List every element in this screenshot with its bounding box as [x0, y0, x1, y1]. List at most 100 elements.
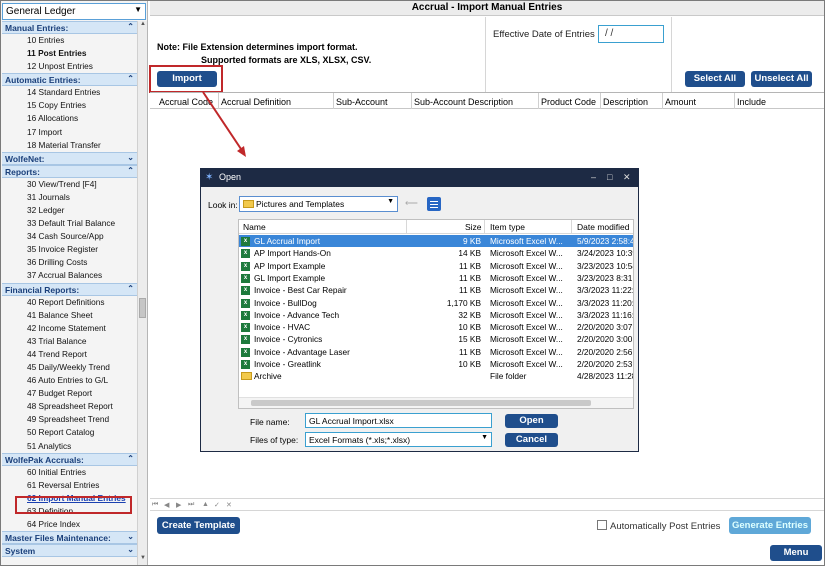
look-in-select[interactable]: Pictures and Templates ▼ — [239, 196, 398, 212]
file-size: 11 KB — [459, 346, 481, 357]
view-menu-icon[interactable] — [427, 197, 441, 211]
maximize-icon[interactable]: □ — [607, 169, 612, 186]
check-icon[interactable]: ✓ — [214, 501, 220, 509]
file-row[interactable]: x Invoice - Cytronics 15 KB Microsoft Excel… — [239, 333, 633, 345]
record-navigator[interactable]: ⏮ ◀ ▶ ⏭ ▲ ✓ ✕ — [150, 498, 824, 511]
file-size: 1,170 KB — [446, 297, 481, 308]
open-button[interactable]: Open — [505, 414, 558, 428]
file-date: 3/3/2023 11:20:1 — [577, 297, 634, 308]
file-type: Microsoft Excel W... — [490, 297, 563, 308]
file-date: 3/23/2023 8:31:0 — [577, 272, 634, 283]
generate-entries-button[interactable]: Generate Entries — [729, 517, 811, 534]
auto-post-checkbox[interactable] — [597, 520, 607, 530]
excel-file-icon: x — [241, 335, 250, 345]
folder-icon — [243, 200, 254, 208]
folder-icon — [241, 372, 252, 381]
file-date: 2/20/2020 2:56:3 — [577, 346, 634, 357]
open-file-dialog: ✶ Open – □ ✕ Look in: Pictures and Templ… — [200, 168, 639, 452]
file-name-label: File name: — [250, 417, 290, 427]
file-name: AP Import Example — [254, 260, 326, 271]
file-list: Name Size Item type Date modified x GL Ac… — [238, 219, 634, 409]
file-name: Invoice - Advance Tech — [254, 309, 340, 320]
app-icon: ✶ — [205, 172, 214, 183]
first-record-icon[interactable]: ⏮ — [152, 501, 158, 509]
file-type: Microsoft Excel W... — [490, 309, 563, 320]
file-row[interactable]: x AP Import Example 11 KB Microsoft Excel W… — [239, 260, 633, 272]
cancel-icon[interactable]: ✕ — [226, 501, 232, 509]
file-name: Archive — [254, 371, 282, 382]
file-size: 32 KB — [458, 309, 481, 320]
file-size: 14 KB — [458, 248, 481, 259]
file-row[interactable]: x GL Accrual Import 9 KB Microsoft Excel W.… — [239, 235, 633, 247]
chevron-down-icon: ▼ — [387, 198, 394, 205]
file-name: AP Import Hands-On — [254, 248, 331, 259]
file-date: 5/9/2023 2:58:42 — [577, 236, 634, 246]
file-row[interactable]: x AP Import Hands-On 14 KB Microsoft Excel … — [239, 247, 633, 259]
excel-file-icon: x — [241, 310, 250, 320]
file-name-input[interactable]: GL Accrual Import.xlsx — [305, 413, 492, 428]
file-date: 3/3/2023 11:16:3 — [577, 309, 634, 320]
file-size: 11 KB — [459, 285, 481, 296]
file-row[interactable]: x Invoice - Advantage Laser 11 KB Microsoft… — [239, 346, 633, 358]
file-date: 2/20/2020 3:07:5 — [577, 322, 634, 333]
file-size: 11 KB — [459, 260, 481, 271]
file-name: Invoice - Greatlink — [254, 359, 321, 369]
prev-record-icon[interactable]: ◀ — [164, 501, 169, 509]
create-template-button[interactable]: Create Template — [157, 517, 240, 534]
file-row[interactable]: x Invoice - Greatlink 10 KB Microsoft Excel… — [239, 358, 633, 370]
excel-file-icon: x — [241, 323, 250, 333]
next-record-icon[interactable]: ▶ — [176, 501, 181, 509]
file-name: Invoice - Best Car Repair — [254, 285, 347, 296]
chevron-down-icon: ▼ — [481, 434, 488, 441]
file-name: Invoice - BullDog — [254, 297, 317, 308]
file-type: Microsoft Excel W... — [490, 248, 563, 259]
menu-button[interactable]: Menu — [770, 545, 822, 561]
file-row[interactable]: x Invoice - Advance Tech 32 KB Microsoft Ex… — [239, 309, 633, 321]
file-size: 9 KB — [463, 236, 481, 246]
file-type: Microsoft Excel W... — [490, 322, 563, 333]
file-date: 4/28/2023 11:28 — [577, 371, 634, 382]
file-size: 15 KB — [458, 334, 481, 345]
file-name: Invoice - Advantage Laser — [254, 346, 350, 357]
back-arrow-icon[interactable]: ⟵ — [405, 198, 418, 209]
file-type: Microsoft Excel W... — [490, 236, 563, 246]
col-size[interactable]: Size — [465, 222, 482, 232]
look-in-value: Pictures and Templates — [256, 199, 345, 209]
file-type: Microsoft Excel W... — [490, 334, 563, 345]
file-row[interactable]: x Invoice - Best Car Repair 11 KB Microsoft… — [239, 284, 633, 296]
last-record-icon[interactable]: ⏭ — [188, 501, 194, 509]
file-type: Microsoft Excel W... — [490, 285, 563, 296]
file-type: Microsoft Excel W... — [490, 359, 563, 369]
file-row[interactable]: x Invoice - HVAC 10 KB Microsoft Excel W...… — [239, 321, 633, 333]
file-type-value: Excel Formats (*.xls;*.xlsx) — [309, 435, 411, 445]
file-date: 2/20/2020 2:53:0 — [577, 359, 634, 369]
excel-file-icon: x — [241, 237, 250, 246]
up-icon[interactable]: ▲ — [202, 501, 209, 508]
file-name: GL Import Example — [254, 272, 326, 283]
file-type-label: Files of type: — [250, 435, 299, 445]
file-date: 3/24/2023 10:39 — [577, 248, 634, 259]
file-row[interactable]: Archive File folder 4/28/2023 11:28 — [239, 370, 633, 382]
minimize-icon[interactable]: – — [591, 169, 596, 186]
file-size: 10 KB — [458, 359, 481, 369]
cancel-button[interactable]: Cancel — [505, 433, 558, 447]
file-type: Microsoft Excel W... — [490, 272, 563, 283]
file-date: 3/23/2023 10:54 — [577, 260, 634, 271]
file-row[interactable]: x GL Import Example 11 KB Microsoft Excel W… — [239, 272, 633, 284]
col-name[interactable]: Name — [243, 222, 266, 232]
file-list-header: Name Size Item type Date modified — [239, 220, 633, 234]
hscroll-thumb[interactable] — [251, 400, 591, 406]
file-row[interactable]: x Invoice - BullDog 1,170 KB Microsoft Exce… — [239, 297, 633, 309]
look-in-label: Look in: — [208, 200, 238, 210]
file-date: 3/3/2023 11:22:1 — [577, 285, 634, 296]
dialog-titlebar: ✶ Open – □ ✕ — [201, 169, 638, 187]
close-icon[interactable]: ✕ — [623, 169, 631, 186]
col-type[interactable]: Item type — [490, 222, 525, 232]
col-date[interactable]: Date modified — [577, 222, 629, 232]
dialog-title: Open — [219, 172, 242, 182]
excel-file-icon: x — [241, 347, 250, 357]
file-size: 11 KB — [459, 272, 481, 283]
file-date: 2/20/2020 3:00:3 — [577, 334, 634, 345]
file-type-select[interactable]: Excel Formats (*.xls;*.xlsx) ▼ — [305, 432, 492, 447]
file-list-hscroll[interactable] — [239, 397, 633, 408]
